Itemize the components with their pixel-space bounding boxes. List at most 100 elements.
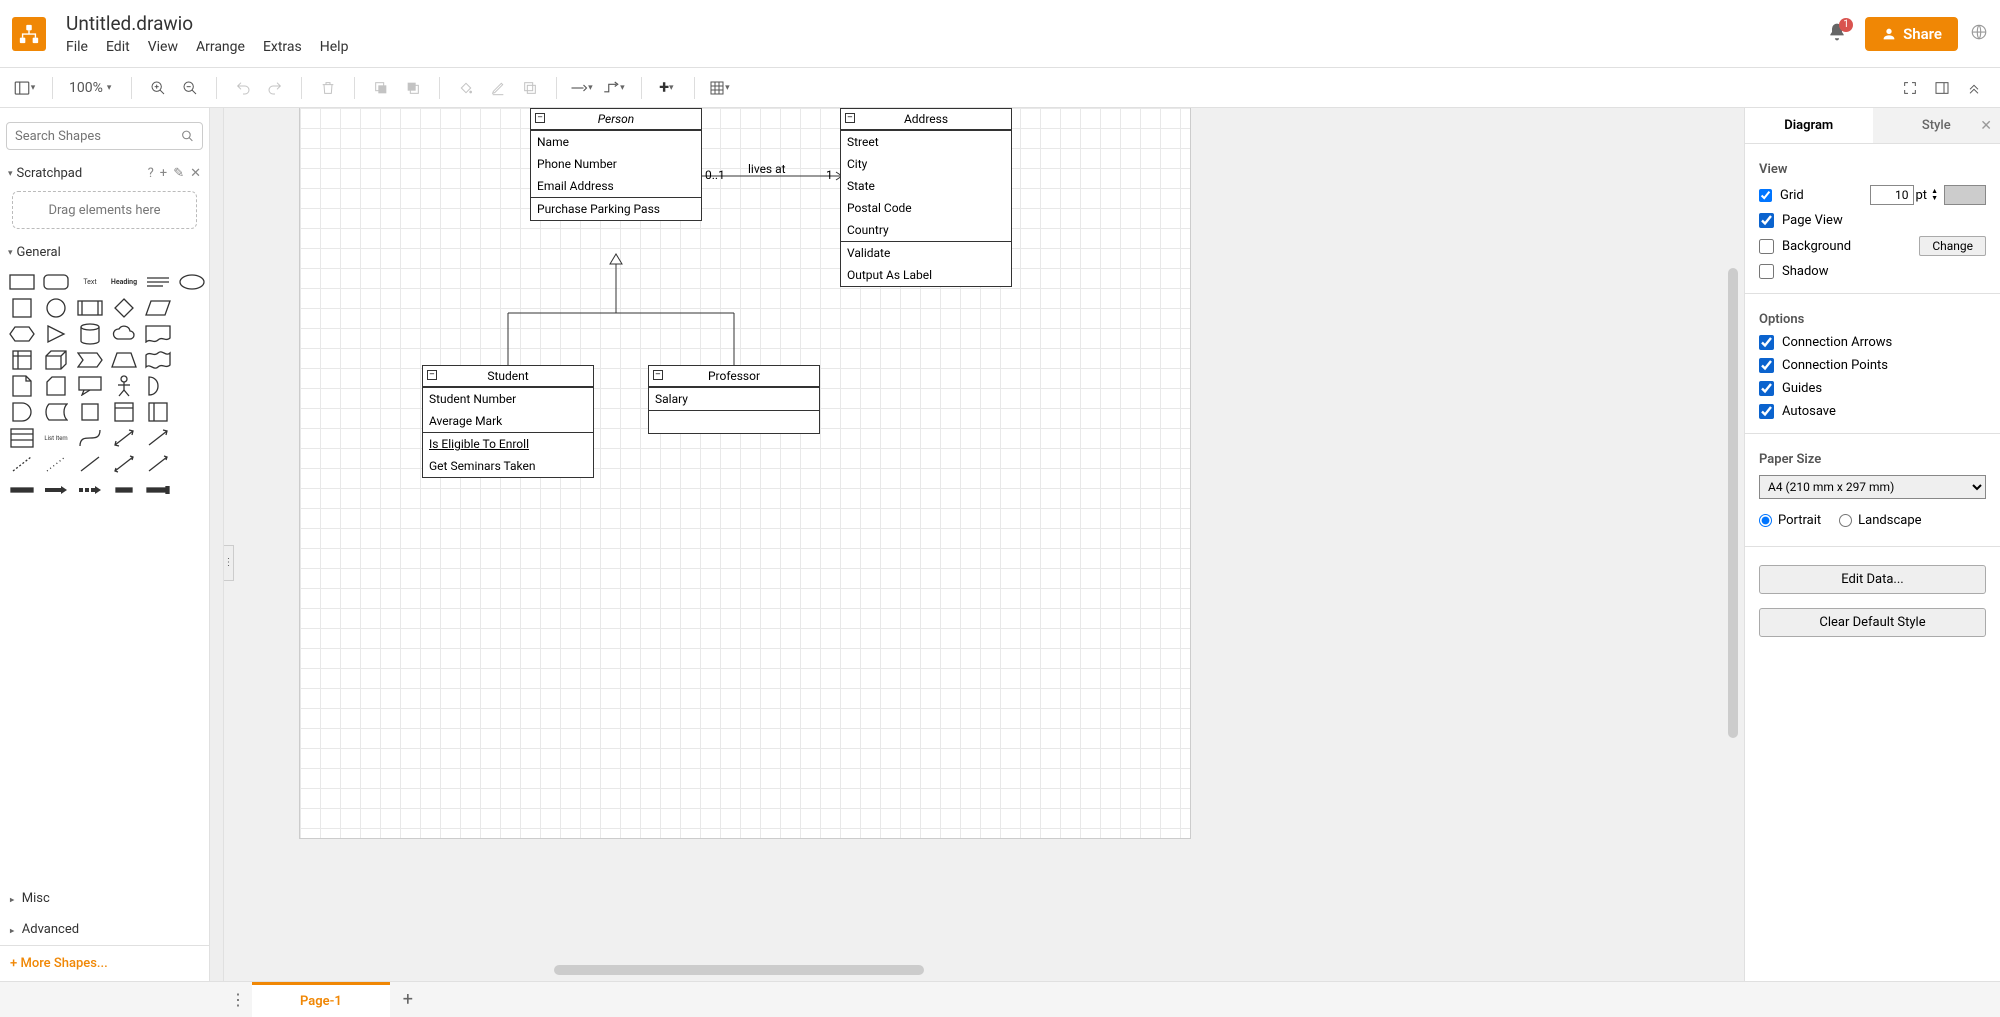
class-op-empty[interactable] <box>649 411 819 433</box>
shape-document[interactable] <box>144 324 172 344</box>
scratchpad-edit-icon[interactable]: ✎ <box>173 166 184 181</box>
shape-heading[interactable]: Heading <box>110 272 138 292</box>
shape-dashed[interactable] <box>8 454 36 474</box>
more-shapes-button[interactable]: + More Shapes... <box>0 945 209 981</box>
class-attr[interactable]: Street <box>841 131 1011 153</box>
canvas[interactable]: ⋮ –Person Name <box>224 108 1744 981</box>
shape-arrow[interactable] <box>144 428 172 448</box>
shape-thick-small[interactable] <box>110 480 138 500</box>
shape-trapezoid[interactable] <box>110 350 138 370</box>
language-button[interactable] <box>1970 23 1988 45</box>
shape-blank2[interactable] <box>178 324 206 344</box>
assoc-mult-right[interactable]: 1 <box>826 168 833 182</box>
add-page-button[interactable]: + <box>390 982 426 1017</box>
paper-size-select[interactable]: A4 (210 mm x 297 mm) <box>1759 475 1986 499</box>
menu-view[interactable]: View <box>148 39 178 55</box>
shape-blank5[interactable] <box>178 402 206 422</box>
format-panel-toggle[interactable] <box>1928 74 1956 102</box>
group-misc[interactable]: ▾ Misc <box>0 883 209 914</box>
zoom-out-button[interactable] <box>176 74 204 102</box>
shape-triangle[interactable] <box>42 324 70 344</box>
shape-text[interactable]: Text <box>76 272 104 292</box>
grid-color-swatch[interactable] <box>1944 185 1986 205</box>
waypoint-button[interactable]: ▾ <box>601 74 629 102</box>
shape-curve[interactable] <box>76 428 104 448</box>
menu-arrange[interactable]: Arrange <box>196 39 245 55</box>
shadow-checkbox[interactable] <box>1759 264 1774 279</box>
shape-ellipse[interactable] <box>178 272 206 292</box>
close-icon[interactable]: ✕ <box>1980 118 1992 134</box>
scratchpad-dropzone[interactable]: Drag elements here <box>12 191 197 229</box>
grid-size-down[interactable]: ▼ <box>1931 195 1938 202</box>
uml-class-student[interactable]: –Student Student Number Average Mark Is … <box>422 365 594 478</box>
orientation-landscape[interactable]: Landscape <box>1839 513 1921 528</box>
shape-data-storage[interactable] <box>42 402 70 422</box>
scratchpad-help-icon[interactable]: ? <box>148 166 154 181</box>
shape-titled-container[interactable] <box>110 402 138 422</box>
shape-list[interactable] <box>8 428 36 448</box>
shape-dir-line[interactable] <box>144 454 172 474</box>
notifications-button[interactable]: 1 <box>1827 22 1847 46</box>
zoom-in-button[interactable] <box>144 74 172 102</box>
shape-blank[interactable] <box>178 298 206 318</box>
page-tabs-overflow[interactable]: ⋮ <box>224 982 252 1017</box>
shape-blank6[interactable] <box>178 428 206 448</box>
class-attr[interactable]: State <box>841 175 1011 197</box>
canvas-hscrollbar[interactable] <box>554 965 924 975</box>
menu-edit[interactable]: Edit <box>106 39 130 55</box>
shape-line-bi[interactable] <box>110 454 138 474</box>
shape-thick-arrow[interactable] <box>42 480 70 500</box>
menu-extras[interactable]: Extras <box>263 39 302 55</box>
autosave-checkbox[interactable] <box>1759 404 1774 419</box>
shape-blank7[interactable] <box>178 454 206 474</box>
shape-bidir-arrow[interactable] <box>110 428 138 448</box>
collapse-toggle[interactable]: – <box>427 370 437 380</box>
menu-help[interactable]: Help <box>320 39 349 55</box>
class-op[interactable]: Get Seminars Taken <box>423 455 593 477</box>
class-attr[interactable]: Average Mark <box>423 410 593 432</box>
page-view-checkbox[interactable] <box>1759 213 1774 228</box>
class-attr[interactable]: Country <box>841 219 1011 241</box>
zoom-dropdown[interactable]: 100%▾ <box>65 80 119 96</box>
shape-square[interactable] <box>8 298 36 318</box>
shape-and[interactable] <box>8 402 36 422</box>
sidebar-toggle[interactable]: ▾ <box>12 74 40 102</box>
change-background-button[interactable]: Change <box>1919 236 1986 256</box>
shape-line[interactable] <box>76 454 104 474</box>
canvas-vscrollbar[interactable] <box>1728 268 1738 738</box>
undo-button[interactable] <box>229 74 257 102</box>
shape-rect[interactable] <box>8 272 36 292</box>
class-op[interactable]: Validate <box>841 242 1011 264</box>
shape-card[interactable] <box>42 376 70 396</box>
class-attr[interactable]: City <box>841 153 1011 175</box>
shape-dotted[interactable] <box>42 454 70 474</box>
shape-cube[interactable] <box>42 350 70 370</box>
assoc-label[interactable]: lives at <box>748 162 786 176</box>
shape-callout[interactable] <box>76 376 104 396</box>
conn-points-checkbox[interactable] <box>1759 358 1774 373</box>
grid-checkbox[interactable] <box>1759 189 1772 202</box>
shape-rounded-rect[interactable] <box>42 272 70 292</box>
guides-checkbox[interactable] <box>1759 381 1774 396</box>
shape-hcontainer[interactable] <box>144 402 172 422</box>
shape-blank3[interactable] <box>178 350 206 370</box>
table-button[interactable]: ▾ <box>707 74 735 102</box>
shadow-button[interactable] <box>516 74 544 102</box>
redo-button[interactable] <box>261 74 289 102</box>
to-front-button[interactable] <box>367 74 395 102</box>
shape-cylinder[interactable] <box>76 324 104 344</box>
collapse-toggle[interactable]: – <box>845 113 855 123</box>
connection-button[interactable]: ▾ <box>569 74 597 102</box>
shape-search[interactable] <box>6 122 203 150</box>
shape-hexagon[interactable] <box>8 324 36 344</box>
group-advanced[interactable]: ▾ Advanced <box>0 914 209 945</box>
clear-default-style-button[interactable]: Clear Default Style <box>1759 608 1986 637</box>
tab-diagram[interactable]: Diagram <box>1745 108 1873 143</box>
shape-tape[interactable] <box>144 350 172 370</box>
page-tab-1[interactable]: Page-1 <box>252 982 390 1017</box>
tab-style[interactable]: Style✕ <box>1873 108 2000 143</box>
collapse-button[interactable] <box>1960 74 1988 102</box>
assoc-mult-left[interactable]: 0..1 <box>705 168 725 182</box>
document-title[interactable]: Untitled.drawio <box>66 12 348 35</box>
to-back-button[interactable] <box>399 74 427 102</box>
